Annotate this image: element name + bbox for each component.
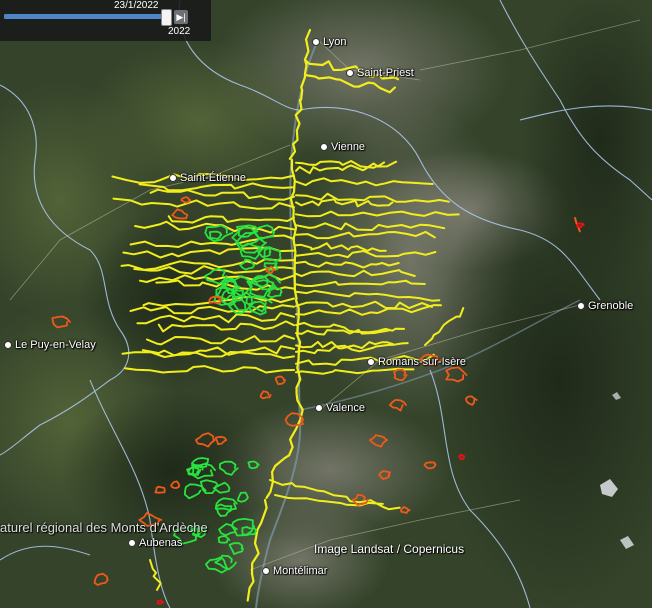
city-marker-icon — [128, 539, 136, 548]
place-label-valence[interactable]: Valence — [315, 402, 365, 414]
track-green — [236, 491, 249, 503]
end-year-label: 2022 — [168, 26, 191, 37]
park-label: aturel régional des Monts d'Ardèche — [0, 520, 208, 535]
track-orange — [154, 485, 166, 494]
track-green — [228, 542, 244, 555]
city-marker-icon — [262, 567, 270, 576]
track-orange — [369, 434, 388, 448]
track-red — [156, 599, 165, 605]
track-yellow — [294, 298, 304, 419]
place-label-vienne[interactable]: Vienne — [320, 141, 365, 153]
track-orange — [214, 436, 228, 446]
city-marker-icon — [577, 302, 585, 311]
place-label-aubenas[interactable]: Aubenas — [128, 537, 182, 549]
track-orange — [445, 366, 468, 383]
city-marker-icon — [367, 358, 375, 367]
track-green — [199, 479, 220, 494]
track-orange — [170, 480, 181, 489]
track-green — [204, 267, 228, 285]
track-orange — [93, 572, 109, 586]
track-yellow — [136, 312, 295, 325]
track-orange — [378, 470, 391, 480]
timeline-slider-panel: 23/1/2022 ▶| 2022 — [0, 0, 211, 41]
track-red — [458, 453, 466, 461]
track-yellow — [295, 210, 460, 218]
track-yellow — [149, 188, 295, 201]
track-orange — [51, 315, 71, 329]
track-yellow — [295, 300, 433, 310]
track-orange — [393, 368, 408, 382]
track-yellow — [121, 351, 295, 359]
track-yellow — [157, 320, 295, 333]
place-label-grenoble[interactable]: Grenoble — [577, 300, 633, 312]
track-yellow — [295, 289, 441, 302]
track-orange — [274, 375, 286, 385]
place-label-saint-etienne[interactable]: Saint-Étienne — [169, 172, 246, 184]
track-yellow — [112, 197, 295, 210]
track-yellow — [288, 98, 303, 160]
track-green — [218, 460, 239, 476]
track-green — [247, 460, 260, 470]
track-orange — [400, 506, 411, 514]
track-orange — [351, 493, 369, 506]
track-red — [576, 222, 585, 229]
track-yellow — [295, 342, 409, 355]
track-yellow — [424, 307, 465, 346]
track-yellow — [149, 559, 162, 591]
timeline-progress — [4, 14, 167, 19]
track-green — [214, 497, 238, 511]
track-orange — [423, 461, 437, 470]
track-green — [208, 230, 223, 240]
track-orange — [195, 432, 216, 448]
map-view[interactable]: Lyon Saint-Priest Vienne Saint-Étienne G… — [0, 0, 652, 608]
track-yellow — [295, 177, 434, 187]
place-label-romans-sur-isere[interactable]: Romans-sur-Isère — [367, 356, 466, 368]
track-yellow — [295, 250, 437, 259]
place-label-montelimar[interactable]: Montélimar — [262, 565, 327, 577]
track-yellow — [146, 334, 295, 346]
track-orange — [171, 208, 189, 220]
track-yellow — [246, 498, 268, 602]
timeline-track[interactable] — [4, 14, 172, 19]
city-marker-icon — [315, 404, 323, 413]
track-yellow — [138, 182, 295, 192]
track-green — [218, 523, 238, 537]
gps-track-overlay — [51, 28, 585, 605]
track-green — [217, 535, 231, 544]
track-yellow — [124, 365, 295, 374]
track-yellow — [295, 222, 446, 231]
track-yellow — [295, 304, 442, 316]
place-label-lyon[interactable]: Lyon — [312, 36, 346, 48]
timeline-thumb[interactable] — [160, 9, 172, 26]
place-label-saint-priest[interactable]: Saint-Priest — [346, 67, 414, 79]
track-green — [241, 526, 258, 536]
track-yellow — [295, 269, 416, 278]
track-yellow — [295, 192, 450, 203]
track-yellow — [167, 215, 295, 224]
track-yellow — [295, 279, 426, 287]
skip-to-end-icon[interactable]: ▶| — [174, 10, 188, 24]
track-yellow — [269, 479, 401, 511]
place-label-le-puy-en-velay[interactable]: Le Puy-en-Velay — [4, 339, 96, 351]
track-green — [263, 246, 282, 263]
track-orange — [180, 196, 192, 204]
city-marker-icon — [4, 341, 12, 350]
city-marker-icon — [169, 174, 177, 183]
track-yellow — [300, 28, 312, 101]
track-yellow — [295, 260, 400, 269]
city-marker-icon — [320, 143, 328, 152]
track-orange — [259, 390, 272, 400]
current-date-label: 23/1/2022 — [114, 0, 159, 11]
imagery-attribution: Image Landsat / Copernicus — [314, 542, 465, 556]
track-yellow — [129, 304, 295, 315]
city-marker-icon — [312, 38, 320, 47]
track-green — [205, 556, 229, 574]
city-marker-icon — [346, 69, 354, 78]
track-yellow — [295, 230, 436, 240]
track-orange — [284, 412, 305, 427]
track-yellow — [295, 242, 387, 252]
track-orange — [389, 399, 407, 412]
track-orange — [465, 395, 478, 406]
